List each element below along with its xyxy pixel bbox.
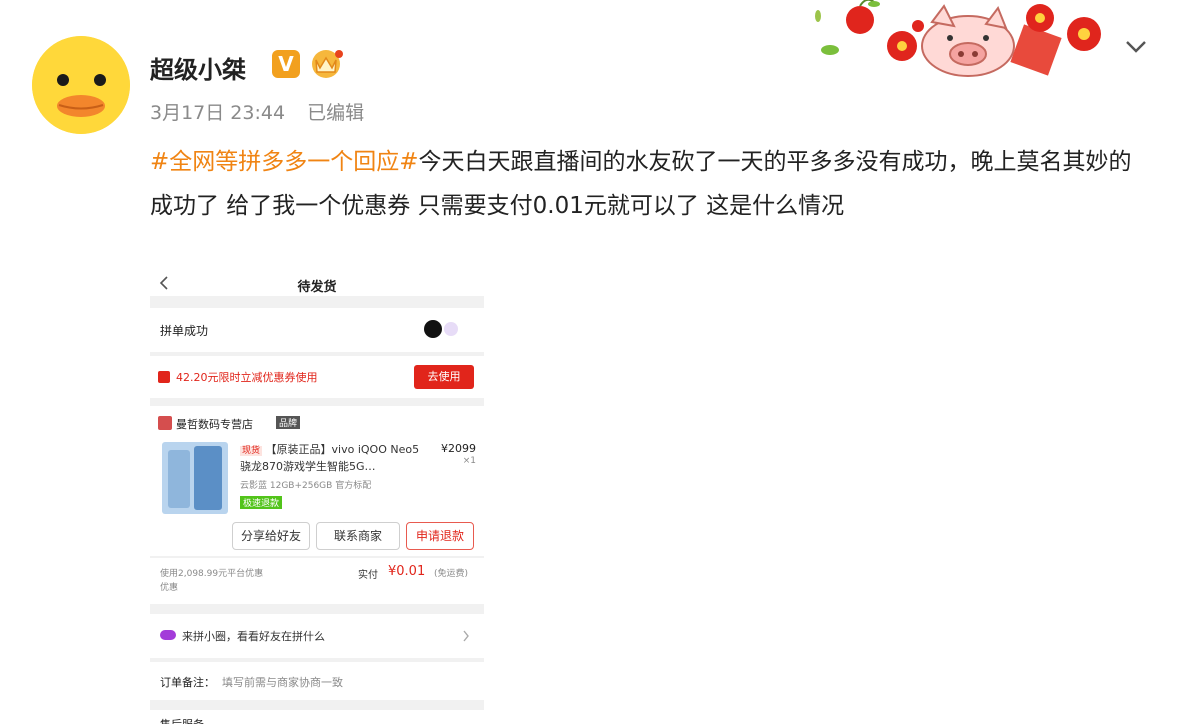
- post-meta: 3月17日 23:44 已编辑: [150, 98, 364, 125]
- topic-link[interactable]: #全网等拼多多一个回应#: [150, 149, 419, 175]
- paid-amount: ¥0.01: [388, 564, 426, 579]
- crown-small-icon: [444, 322, 458, 336]
- username[interactable]: 超级小桀: [150, 50, 246, 85]
- screenshot-header: 待发货: [150, 272, 484, 296]
- cherry-pig-decoration: [808, 0, 1112, 80]
- screenshot-title: 待发货: [297, 280, 337, 295]
- group-status: 拼单成功: [160, 324, 209, 338]
- coupon-text: 42.20元限时立减优惠券使用: [176, 371, 318, 384]
- promo-row[interactable]: 来拼小圈，看看好友在拼什么: [150, 614, 484, 658]
- product-spec[interactable]: 云影蓝 12GB+256GB 官方标配: [240, 478, 371, 491]
- chevron-right-icon: [463, 630, 469, 642]
- store-logo: [158, 416, 172, 430]
- use-coupon-button[interactable]: 去使用: [414, 365, 474, 389]
- group-status-row: 拼单成功: [150, 308, 484, 352]
- paid-label: 实付: [358, 570, 378, 581]
- duck-avatar-icon: [32, 36, 130, 134]
- discount-note-2: 优惠: [160, 583, 179, 593]
- discount-note: 使用2,098.99元平台优惠: [160, 569, 264, 579]
- product-price: ¥2099: [441, 442, 476, 455]
- crown-icon[interactable]: [308, 46, 344, 80]
- edited-label[interactable]: 已编辑: [307, 102, 364, 124]
- chevron-down-icon[interactable]: [1124, 34, 1148, 58]
- remark-row[interactable]: 订单备注： 填写前需与商家协商一致: [150, 662, 484, 700]
- payment-row: 使用2,098.99元平台优惠 优惠 实付 ¥0.01 (免运费): [150, 558, 484, 604]
- product-image[interactable]: [162, 442, 228, 514]
- remark-label: 订单备注：: [160, 676, 215, 689]
- post-text: #全网等拼多多一个回应#今天白天跟直播间的水友砍了一天的平多多没有成功，晚上莫名…: [150, 140, 1140, 228]
- order-card: 曼哲数码专营店 品牌 现货 【原装正品】vivo iQOO Neo5骁龙870游…: [150, 406, 484, 556]
- avatar[interactable]: [32, 36, 130, 134]
- refund-tag: 极速退款: [240, 496, 283, 509]
- apply-refund-button[interactable]: 申请退款: [406, 522, 474, 550]
- bottom-section: 售后服务: [150, 710, 484, 724]
- store-badge: 品牌: [276, 416, 301, 429]
- paid-suffix: (免运费): [434, 569, 469, 579]
- promo-text: 来拼小圈，看看好友在拼什么: [182, 630, 325, 643]
- member-avatar: [424, 320, 442, 338]
- remark-placeholder[interactable]: 填写前需与商家协商一致: [222, 674, 343, 690]
- coupon-row: 42.20元限时立减优惠券使用 去使用: [150, 356, 484, 398]
- timestamp[interactable]: 3月17日 23:44: [150, 102, 285, 124]
- share-button[interactable]: 分享给好友: [232, 522, 310, 550]
- product-title[interactable]: 现货 【原装正品】vivo iQOO Neo5骁龙870游戏学生智能5G…: [240, 442, 420, 474]
- embedded-screenshot[interactable]: 待发货 拼单成功 42.20元限时立减优惠券使用 去使用 曼哲数码专营店 品牌 …: [150, 272, 484, 724]
- product-qty: ×1: [462, 456, 476, 466]
- store-name[interactable]: 曼哲数码专营店: [176, 416, 253, 432]
- bottom-label: 售后服务: [160, 716, 204, 724]
- promo-icon: [160, 630, 176, 640]
- contact-seller-button[interactable]: 联系商家: [316, 522, 400, 550]
- coupon-icon: [158, 371, 170, 383]
- verified-v-icon: V: [272, 50, 300, 78]
